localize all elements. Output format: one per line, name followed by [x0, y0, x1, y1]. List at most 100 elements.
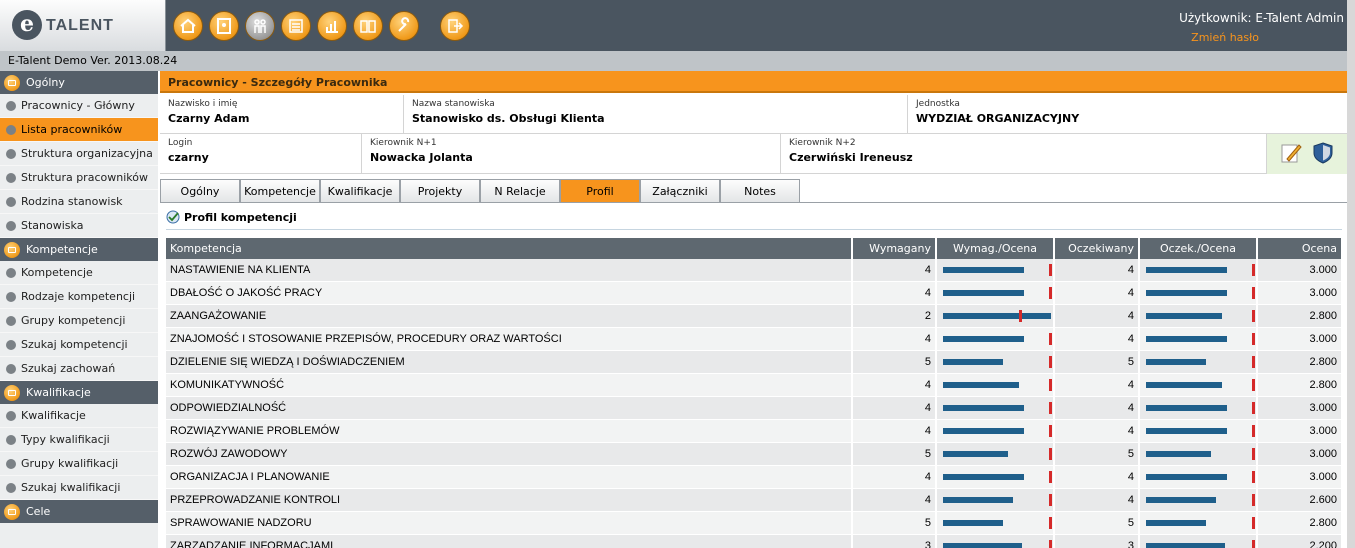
- col-header-expected[interactable]: Oczekiwany: [1054, 238, 1140, 259]
- competence-name: ZNAJOMOŚĆ I STOSOWANIE PRZEPISÓW, PROCED…: [166, 327, 853, 351]
- bullet-icon: [6, 196, 16, 207]
- unit-cell: Jednostka WYDZIAŁ ORGANIZACYJNY: [908, 95, 1347, 133]
- sidebar-item-qualifications[interactable]: Kwalifikacje: [0, 404, 158, 428]
- page-title: Pracownicy - Szczegóły Pracownika: [160, 71, 1347, 93]
- login-label: Login: [168, 138, 193, 148]
- target-marker: [1252, 264, 1255, 276]
- tab-general[interactable]: Ogólny: [160, 179, 240, 202]
- col-header-competence[interactable]: Kompetencja: [166, 238, 853, 259]
- table-row[interactable]: ROZWIĄZYWANIE PROBLEMÓW 4 4 3.000: [166, 419, 1343, 443]
- section-label: Cele: [26, 505, 51, 518]
- expected-level: 4: [1054, 419, 1140, 443]
- tab-projects[interactable]: Projekty: [400, 179, 480, 202]
- manager-n1-value: Nowacka Jolanta: [370, 151, 473, 164]
- sidebar-item-search-qualifications[interactable]: Szukaj kwalifikacji: [0, 476, 158, 500]
- col-header-score[interactable]: Ocena: [1257, 238, 1343, 259]
- required-score-bar: [936, 419, 1055, 443]
- sidebar-section-competences[interactable]: Kompetencje: [0, 238, 158, 261]
- bullet-icon: [6, 339, 16, 350]
- sidebar-item-label: Pracownicy - Główny: [21, 99, 135, 112]
- expected-level: 5: [1054, 442, 1140, 466]
- bar-fill: [943, 520, 1003, 526]
- table-row[interactable]: ROZWÓJ ZAWODOWY 5 5 3.000: [166, 442, 1343, 466]
- target-marker: [1049, 448, 1052, 460]
- bullet-icon: [6, 458, 16, 469]
- app-logo[interactable]: e TALENT: [0, 0, 166, 51]
- chart-icon[interactable]: [317, 11, 347, 41]
- target-marker: [1252, 471, 1255, 483]
- tools-icon[interactable]: [389, 11, 419, 41]
- col-header-required-score[interactable]: Wymag./Ocena: [936, 238, 1055, 259]
- list-icon[interactable]: [281, 11, 311, 41]
- sidebar-item-competence-groups[interactable]: Grupy kompetencji: [0, 309, 158, 333]
- table-row[interactable]: ZNAJOMOŚĆ I STOSOWANIE PRZEPISÓW, PROCED…: [166, 327, 1343, 351]
- table-row[interactable]: DBAŁOŚĆ O JAKOŚĆ PRACY 4 4 3.000: [166, 281, 1343, 305]
- col-header-required[interactable]: Wymagany: [852, 238, 937, 259]
- sidebar-item-label: Szukaj kwalifikacji: [21, 481, 121, 494]
- sidebar: Ogólny Pracownicy - Główny Lista pracown…: [0, 71, 158, 548]
- score-value: 3.000: [1257, 396, 1343, 420]
- sidebar-item-search-competences[interactable]: Szukaj kompetencji: [0, 333, 158, 357]
- competence-name: DBAŁOŚĆ O JAKOŚĆ PRACY: [166, 281, 853, 305]
- sidebar-item-label: Szukaj kompetencji: [21, 338, 128, 351]
- sidebar-item-qualification-types[interactable]: Typy kwalifikacji: [0, 428, 158, 452]
- target-marker: [1252, 402, 1255, 414]
- sidebar-item-org-structure[interactable]: Struktura organizacyjna: [0, 142, 158, 166]
- tab-attachments[interactable]: Załączniki: [640, 179, 720, 202]
- logo-letter: e: [12, 10, 42, 40]
- competence-name: SPRAWOWANIE NADZORU: [166, 511, 853, 535]
- table-row[interactable]: KOMUNIKATYWNOŚĆ 4 4 2.800: [166, 373, 1343, 397]
- bar-fill: [943, 313, 1051, 319]
- sidebar-section-goals[interactable]: Cele: [0, 500, 158, 523]
- expected-score-bar: [1139, 327, 1258, 351]
- sidebar-item-label: Grupy kompetencji: [21, 314, 126, 327]
- table-row[interactable]: ODPOWIEDZIALNOŚĆ 4 4 3.000: [166, 396, 1343, 420]
- home-icon[interactable]: [173, 11, 203, 41]
- shield-icon[interactable]: [1311, 141, 1335, 168]
- table-row[interactable]: SPRAWOWANIE NADZORU 5 5 2.800: [166, 511, 1343, 535]
- book-icon[interactable]: [353, 11, 383, 41]
- sidebar-item-employee-structure[interactable]: Struktura pracowników: [0, 166, 158, 190]
- sidebar-item-positions[interactable]: Stanowiska: [0, 214, 158, 238]
- sidebar-item-employees-main[interactable]: Pracownicy - Główny: [0, 94, 158, 118]
- contacts-icon[interactable]: [209, 11, 239, 41]
- bullet-icon: [6, 124, 16, 135]
- table-row[interactable]: ORGANIZACJA I PLANOWANIE 4 4 3.000: [166, 465, 1343, 489]
- tab-notes[interactable]: Notes: [720, 179, 800, 202]
- manager-n1-label: Kierownik N+1: [370, 138, 437, 148]
- logout-icon[interactable]: [440, 11, 470, 41]
- tab-qualifications[interactable]: Kwalifikacje: [320, 179, 400, 202]
- sidebar-item-label: Rodzaje kompetencji: [21, 290, 136, 303]
- edit-icon[interactable]: [1279, 141, 1303, 168]
- sidebar-section-general[interactable]: Ogólny: [0, 71, 158, 94]
- sidebar-section-qualifications[interactable]: Kwalifikacje: [0, 381, 158, 404]
- table-row[interactable]: ZARZĄDZANIE INFORMACJAMI 3 3 2.200: [166, 534, 1343, 548]
- people-icon[interactable]: [245, 11, 275, 41]
- table-row[interactable]: ZAANGAŻOWANIE 2 4 2.800: [166, 304, 1343, 328]
- sidebar-item-competences[interactable]: Kompetencje: [0, 261, 158, 285]
- required-level: 5: [852, 350, 937, 374]
- change-password-link[interactable]: Zmień hasło: [1191, 31, 1259, 44]
- target-marker: [1252, 310, 1255, 322]
- table-row[interactable]: NASTAWIENIE NA KLIENTA 4 4 3.000: [166, 259, 1343, 282]
- tab-relations[interactable]: N Relacje: [480, 179, 560, 202]
- target-marker: [1049, 356, 1052, 368]
- version-label: E-Talent Demo Ver. 2013.08.24: [8, 54, 178, 67]
- col-header-expected-score[interactable]: Oczek./Ocena: [1139, 238, 1258, 259]
- table-body: NASTAWIENIE NA KLIENTA 4 4 3.000 DBAŁOŚĆ O J…: [166, 259, 1343, 548]
- required-score-bar: [936, 488, 1055, 512]
- sidebar-item-position-family[interactable]: Rodzina stanowisk: [0, 190, 158, 214]
- sidebar-item-competence-types[interactable]: Rodzaje kompetencji: [0, 285, 158, 309]
- tab-competences[interactable]: Kompetencje: [240, 179, 320, 202]
- main-content: Pracownicy - Szczegóły Pracownika Nazwis…: [160, 71, 1347, 548]
- expected-score-bar: [1139, 350, 1258, 374]
- sidebar-item-qualification-groups[interactable]: Grupy kwalifikacji: [0, 452, 158, 476]
- expected-score-bar: [1139, 534, 1258, 548]
- expected-score-bar: [1139, 259, 1258, 282]
- table-row[interactable]: PRZEPROWADZANIE KONTROLI 4 4 2.600: [166, 488, 1343, 512]
- sidebar-item-search-behaviours[interactable]: Szukaj zachowań: [0, 357, 158, 381]
- tab-profile[interactable]: Profil: [560, 179, 640, 202]
- sidebar-item-employee-list[interactable]: Lista pracowników: [0, 118, 158, 142]
- table-row[interactable]: DZIELENIE SIĘ WIEDZĄ I DOŚWIADCZENIEM 5 5 2…: [166, 350, 1343, 374]
- bullet-icon: [6, 434, 16, 445]
